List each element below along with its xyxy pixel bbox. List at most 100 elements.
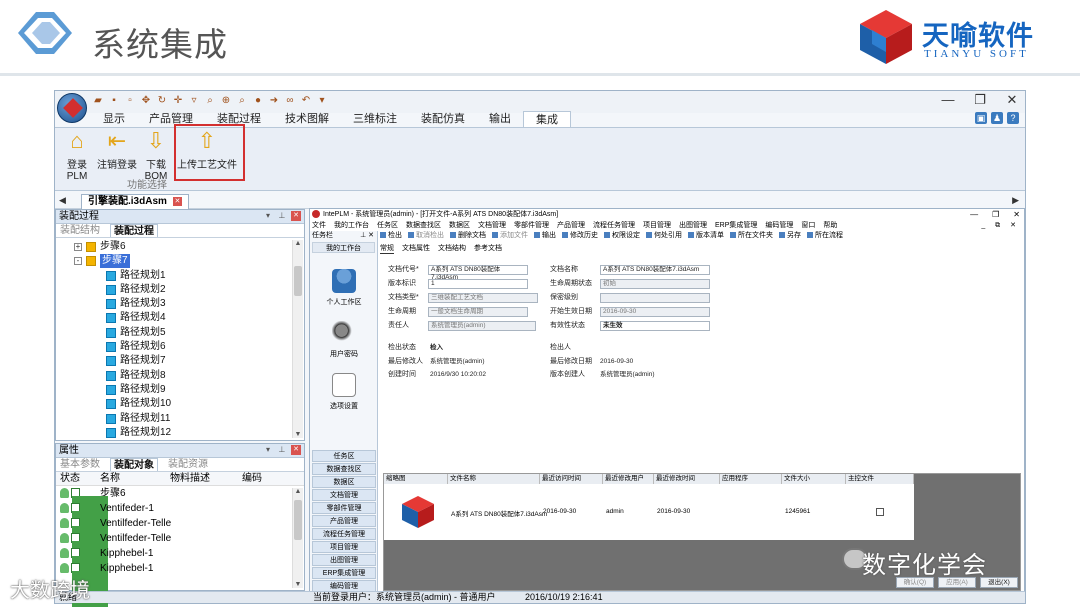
plm-menu-item[interactable]: 任务区	[377, 220, 398, 231]
scroll-right-icon[interactable]: ▶	[1012, 195, 1019, 206]
pin-icon[interactable]: ▾	[263, 211, 273, 221]
plm-menu-item[interactable]: ERP集成管理	[715, 220, 757, 231]
minimize-icon[interactable]: —	[970, 209, 978, 220]
tree-node[interactable]: 路径规划9	[56, 383, 292, 397]
plm-nav-button[interactable]: 文档管理	[312, 489, 376, 501]
close-icon[interactable]: ✕	[291, 445, 301, 455]
plm-toolbar-button[interactable]: 何处引用	[646, 231, 682, 241]
plm-toolbar-button[interactable]: 版本清单	[688, 231, 724, 241]
scroll-up-icon[interactable]: ▲	[293, 488, 303, 495]
assembly-tab-0[interactable]: 装配结构	[60, 224, 100, 237]
grid-column-header[interactable]: 应用程序	[720, 474, 782, 484]
ribbon-tab-3[interactable]: 技术图解	[273, 111, 341, 127]
plm-menu-item[interactable]: 出图管理	[679, 220, 707, 231]
doc-name-field[interactable]: A系列 ATS DN80装配体7.i3dAsm	[600, 265, 710, 275]
collapse-icon[interactable]: -	[74, 257, 82, 266]
ribbon-tab-5[interactable]: 装配仿真	[409, 111, 477, 127]
move-icon[interactable]: ✥	[139, 94, 153, 108]
tree-node[interactable]: 路径规划1	[56, 269, 292, 283]
plm-menu-item[interactable]: 数据区	[449, 220, 470, 231]
plm-toolbar-button[interactable]: 所在流程	[807, 231, 843, 241]
plm-toolbar-button[interactable]: 输出	[534, 231, 556, 241]
minimize-icon[interactable]: —	[941, 92, 955, 108]
select-icon[interactable]: ▿	[187, 94, 201, 108]
tree-node[interactable]: 路径规划2	[56, 283, 292, 297]
plm-toolbar-button[interactable]: 另存	[779, 231, 801, 241]
plm-toolbar-button[interactable]: 修改历史	[562, 231, 598, 241]
ribbon-tab-4[interactable]: 三维标注	[341, 111, 409, 127]
grid-column-header[interactable]: 缩略图	[384, 474, 448, 484]
table-row[interactable]: Ventilfeder-Telle	[56, 516, 304, 562]
version-field[interactable]: 1	[428, 279, 528, 289]
plm-tab-0[interactable]: 常规	[380, 243, 394, 254]
user-icon[interactable]: ♟	[991, 112, 1003, 124]
close-icon[interactable]: ✕	[1005, 92, 1019, 108]
plm-child-window-controls[interactable]: _ ⧉ ✕	[981, 220, 1020, 231]
pin-icon[interactable]: ▾	[263, 445, 273, 455]
plm-nav-button[interactable]: 产品管理	[312, 515, 376, 527]
scrollbar-thumb[interactable]	[294, 266, 302, 296]
download-bom-button[interactable]: ⇩ 下载BOM	[137, 130, 175, 183]
table-row[interactable]: Ventifeder-1	[56, 501, 304, 547]
logout-button[interactable]: ⇤ 注销登录	[97, 130, 137, 172]
save-icon[interactable]: ▪	[107, 94, 121, 108]
link-icon[interactable]: ∞	[283, 94, 297, 108]
nav-personal-workspace[interactable]: 个人工作区	[310, 269, 378, 307]
tree-node[interactable]: 路径规划4	[56, 311, 292, 325]
ribbon-tab-6[interactable]: 输出	[477, 111, 523, 127]
plm-menu-item[interactable]: 项目管理	[643, 220, 671, 231]
table-row[interactable]: Ventilfeder-Telle	[56, 531, 304, 577]
scroll-up-icon[interactable]: ▲	[293, 240, 303, 247]
plm-tab-3[interactable]: 参考文档	[474, 243, 502, 254]
new-icon[interactable]: ▫	[123, 94, 137, 108]
restore-icon[interactable]: ❐	[973, 92, 987, 108]
plm-nav-button[interactable]: 流程任务管理	[312, 528, 376, 540]
restore-icon[interactable]: ❐	[992, 209, 999, 220]
tree-node[interactable]: 路径规划11	[56, 412, 292, 426]
pan-icon[interactable]: ✛	[171, 94, 185, 108]
login-plm-button[interactable]: ⌂ 登录PLM	[59, 130, 95, 183]
plm-toolbar-button[interactable]: 权限设定	[604, 231, 640, 241]
ribbon-tab-0[interactable]: 显示	[91, 111, 137, 127]
pin-icon[interactable]: ⊥	[277, 211, 287, 221]
table-row[interactable]: 步骤6	[56, 486, 304, 532]
plm-menu-item[interactable]: 文档管理	[478, 220, 506, 231]
scroll-left-icon[interactable]: ◀	[59, 195, 66, 206]
table-row[interactable]: Kipphebel-1	[56, 546, 304, 592]
properties-tab-2[interactable]: 装配资源	[168, 458, 208, 471]
assembly-tab-1[interactable]: 装配过程	[110, 224, 158, 237]
close-icon[interactable]: ✕	[291, 211, 301, 221]
tree-node[interactable]: 路径规划12	[56, 426, 292, 440]
secret-level-select[interactable]	[600, 293, 710, 303]
grid-column-header[interactable]: 文件名称	[448, 474, 540, 484]
close-icon[interactable]: ⊥ ✕	[360, 231, 374, 241]
master-file-checkbox[interactable]	[876, 508, 884, 516]
plm-nav-button[interactable]: 任务区	[312, 450, 376, 462]
search-icon[interactable]: ⌕	[235, 94, 249, 108]
ribbon-tab-7[interactable]: 集成	[523, 111, 571, 127]
tree-node[interactable]: 路径规划3	[56, 297, 292, 311]
scrollbar-thumb[interactable]	[294, 500, 302, 540]
properties-tab-0[interactable]: 基本参数	[60, 458, 100, 471]
plm-menu-item[interactable]: 数据查找区	[406, 220, 441, 231]
app-logo-icon[interactable]	[57, 93, 87, 123]
scroll-down-icon[interactable]: ▼	[293, 431, 303, 438]
tree-node[interactable]: 路径规划7	[56, 354, 292, 368]
plm-toolbar-button[interactable]: 所在文件夹	[730, 231, 773, 241]
plm-nav-button[interactable]: 数据区	[312, 476, 376, 488]
pin-icon[interactable]: ⊥	[277, 445, 287, 455]
column-header[interactable]: 编码	[242, 472, 282, 485]
plm-menu-item[interactable]: 文件	[312, 220, 326, 231]
doc-code-field[interactable]: A系列 ATS DN80装配体7.i3dAsm	[428, 265, 528, 281]
tree-node[interactable]: 路径规划5	[56, 326, 292, 340]
open-folder-icon[interactable]: ▰	[91, 94, 105, 108]
plm-menu-item[interactable]: 窗口	[801, 220, 815, 231]
doc-type-select[interactable]: 三维装配工艺文档	[428, 293, 538, 303]
zoom-icon[interactable]: ⊕	[219, 94, 233, 108]
my-workbench-header[interactable]: 我的工作台	[312, 242, 375, 253]
light-icon[interactable]: ●	[251, 94, 265, 108]
plm-toolbar-button[interactable]: 检出	[380, 231, 402, 241]
column-header[interactable]: 名称	[100, 472, 170, 485]
document-tab[interactable]: 引擎装配.i3dAsm ✕	[81, 194, 189, 209]
plm-toolbar-button[interactable]: 删除文档	[450, 231, 486, 241]
